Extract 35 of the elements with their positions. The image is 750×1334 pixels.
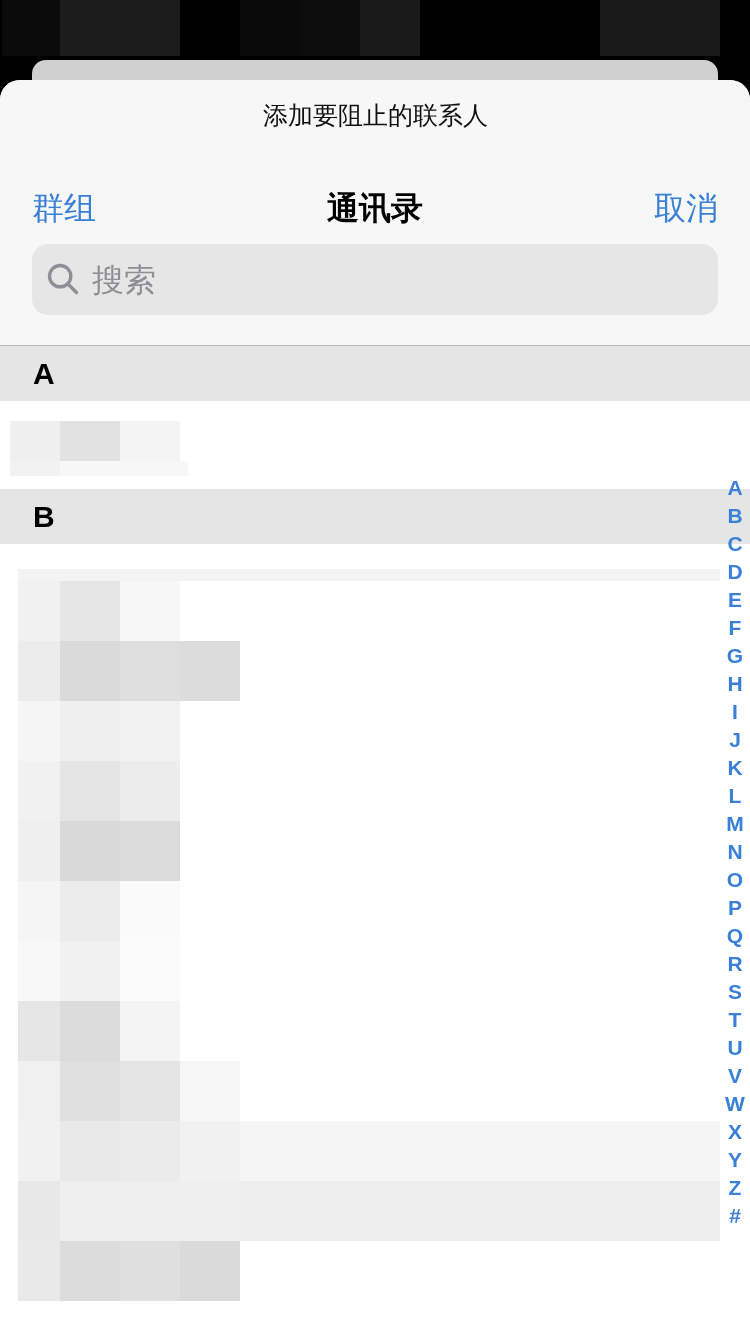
index-letter[interactable]: V (728, 1062, 742, 1090)
index-letter[interactable]: E (728, 586, 742, 614)
sheet-title: 添加要阻止的联系人 (262, 100, 488, 132)
index-letter[interactable]: M (726, 810, 744, 838)
index-letter[interactable]: U (727, 1034, 743, 1062)
index-letter[interactable]: S (728, 978, 742, 1006)
index-letter[interactable]: F (728, 614, 742, 642)
index-letter[interactable]: # (729, 1202, 741, 1230)
index-letter[interactable]: G (726, 642, 744, 670)
section-letter: A (33, 356, 55, 392)
index-letter[interactable]: L (728, 782, 742, 810)
index-letter[interactable]: P (728, 894, 742, 922)
index-letter[interactable]: N (727, 838, 743, 866)
index-letter[interactable]: D (727, 558, 743, 586)
search-field[interactable]: 搜索 (32, 244, 718, 315)
index-letter[interactable]: R (727, 950, 743, 978)
nav-title: 通讯录 (327, 188, 423, 229)
index-letter[interactable]: A (727, 474, 743, 502)
index-letter[interactable]: Z (728, 1174, 742, 1202)
groups-button[interactable]: 群组 (32, 184, 96, 232)
index-letter[interactable]: T (728, 1006, 742, 1034)
search-icon (46, 262, 80, 296)
index-letter[interactable]: W (725, 1090, 745, 1118)
cancel-button[interactable]: 取消 (654, 184, 718, 232)
index-letter[interactable]: X (728, 1118, 742, 1146)
index-letter[interactable]: J (729, 726, 741, 754)
section-letter: B (33, 499, 55, 535)
index-letter[interactable]: H (727, 670, 743, 698)
index-letter[interactable]: I (732, 698, 738, 726)
index-letter[interactable]: Y (728, 1146, 742, 1174)
index-letter[interactable]: C (727, 530, 743, 558)
index-letter[interactable]: K (727, 754, 743, 782)
index-letter[interactable]: B (727, 502, 743, 530)
index-letter[interactable]: Q (726, 922, 744, 950)
index-letter[interactable]: O (726, 866, 744, 894)
